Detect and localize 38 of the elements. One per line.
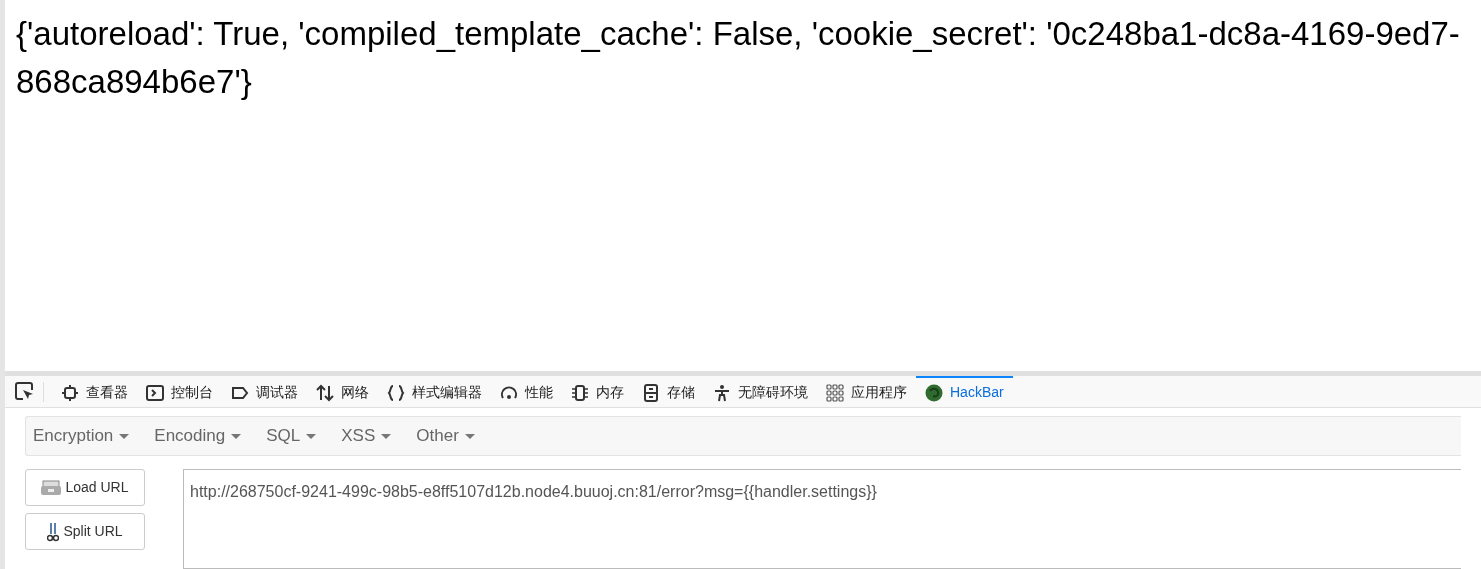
storage-icon xyxy=(642,383,660,402)
grid-icon xyxy=(826,383,844,402)
menu-dropdown[interactable]: XSS xyxy=(341,423,392,449)
element-picker-icon[interactable] xyxy=(15,381,35,402)
menu-dropdown[interactable]: Other xyxy=(416,423,475,449)
devtools-tab[interactable]: 调试器 xyxy=(222,375,307,408)
devtools-tab[interactable]: HackBar xyxy=(916,375,1013,408)
devtools-tab[interactable]: 内存 xyxy=(562,375,633,408)
console-icon xyxy=(146,383,164,402)
devtools-tab[interactable]: 性能 xyxy=(491,375,562,408)
arrows-icon xyxy=(316,383,334,402)
devtools-tab[interactable]: 应用程序 xyxy=(817,375,916,408)
caret-icon xyxy=(381,433,392,439)
caret-icon xyxy=(464,433,475,439)
load-url-button[interactable]: Load URL xyxy=(25,469,145,506)
page-text: {'autoreload': True, 'compiled_template_cache': False, 'cookie_secret': '0c248ba1-dc8a-4169-9ed7-868ca894b6e7'} xyxy=(16,14,1461,102)
caret-icon xyxy=(119,433,130,439)
split-url-button[interactable]: Split URL xyxy=(25,513,145,550)
drive-icon xyxy=(41,479,62,496)
chip-icon xyxy=(571,383,589,402)
scissors-icon xyxy=(47,521,60,542)
devtools-tab[interactable]: 存储 xyxy=(633,375,704,408)
devtools-tab[interactable]: 无障碍环境 xyxy=(704,375,817,408)
crosshair-icon xyxy=(61,383,79,402)
menu-dropdown[interactable]: Encoding xyxy=(154,423,242,449)
gauge-icon xyxy=(500,383,518,402)
menu-dropdown[interactable]: Encryption xyxy=(33,423,130,449)
menu-dropdown[interactable]: SQL xyxy=(266,423,317,449)
person-icon xyxy=(713,383,731,402)
devtools-tab[interactable]: 控制台 xyxy=(137,375,222,408)
url-field[interactable]: http://268750cf-9241-499c-98b5-e8ff5107d12b.node4.buuoj.cn:81/error?msg={{handler.settings}} xyxy=(183,469,1461,569)
braces-icon xyxy=(387,383,405,402)
hackbar-logo-icon xyxy=(925,383,943,402)
caret-icon xyxy=(231,433,242,439)
devtools-tab[interactable]: 网络 xyxy=(307,375,378,408)
devtools-tab[interactable]: 查看器 xyxy=(52,375,137,408)
devtools-tab[interactable]: 样式编辑器 xyxy=(378,375,491,408)
caret-icon xyxy=(306,433,317,439)
